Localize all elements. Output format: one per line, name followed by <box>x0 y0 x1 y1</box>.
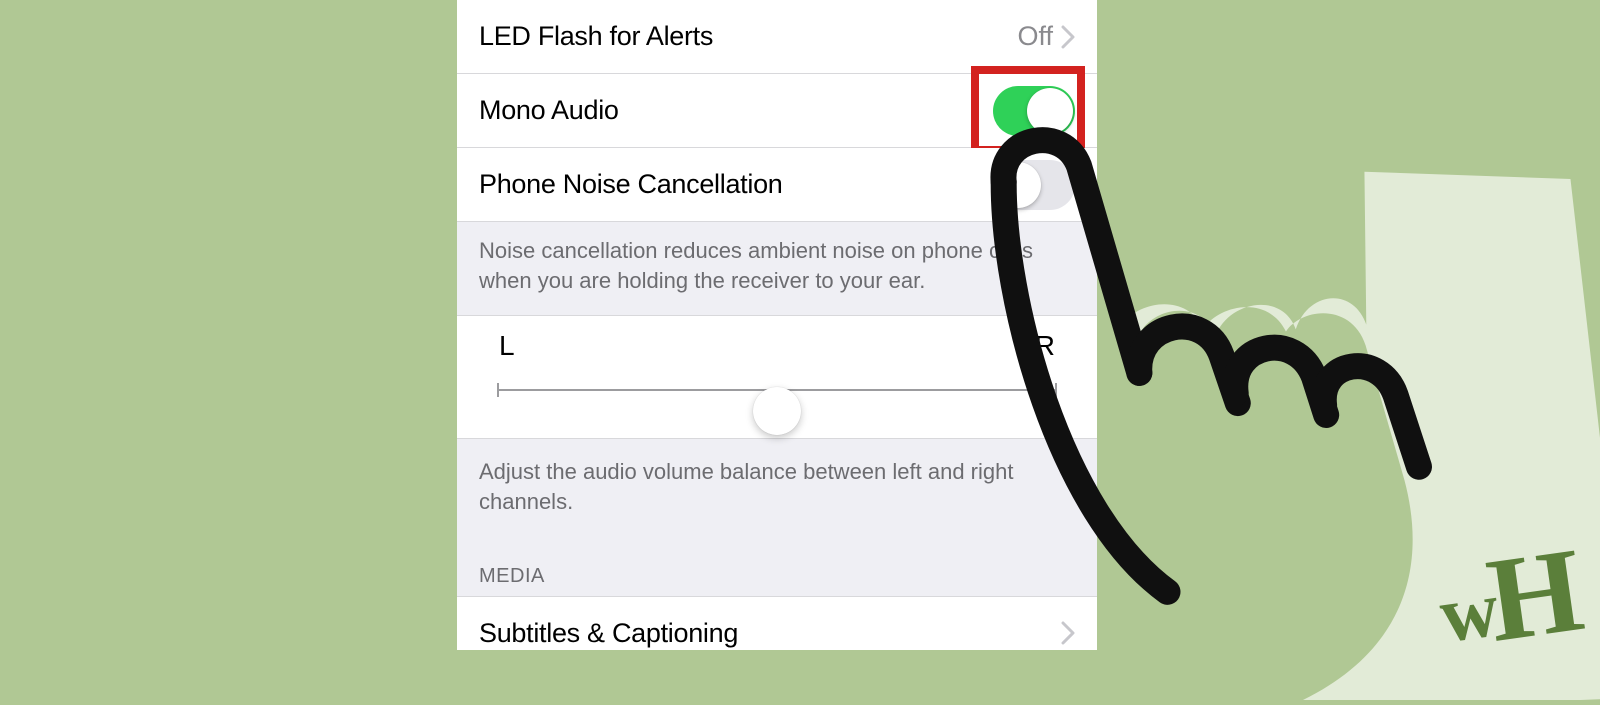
chevron-right-icon <box>1061 621 1075 645</box>
balance-slider-row: L R <box>457 315 1097 439</box>
row-mono-audio: Mono Audio <box>457 74 1097 148</box>
noise-cancel-footer: Noise cancellation reduces ambient noise… <box>457 222 1097 315</box>
section-header-media: MEDIA <box>457 537 1097 596</box>
led-flash-label: LED Flash for Alerts <box>479 21 1017 52</box>
subtitles-label: Subtitles & Captioning <box>479 618 1061 649</box>
row-led-flash[interactable]: LED Flash for Alerts Off <box>457 0 1097 74</box>
led-flash-value: Off <box>1017 21 1053 52</box>
row-subtitles[interactable]: Subtitles & Captioning <box>457 596 1097 650</box>
toggle-knob <box>1027 88 1073 134</box>
mono-audio-toggle[interactable] <box>993 86 1075 136</box>
noise-cancel-label: Phone Noise Cancellation <box>479 169 993 200</box>
balance-left-label: L <box>499 330 515 362</box>
row-noise-cancellation: Phone Noise Cancellation <box>457 148 1097 222</box>
toggle-knob <box>995 162 1041 208</box>
balance-footer: Adjust the audio volume balance between … <box>457 439 1097 536</box>
wikihow-logo: wH <box>1430 521 1583 676</box>
noise-cancel-toggle[interactable] <box>993 160 1075 210</box>
mono-audio-label: Mono Audio <box>479 95 993 126</box>
slider-thumb[interactable] <box>753 387 801 435</box>
balance-slider[interactable] <box>497 368 1057 412</box>
balance-right-label: R <box>1035 330 1055 362</box>
chevron-right-icon <box>1061 25 1075 49</box>
settings-panel: LED Flash for Alerts Off Mono Audio Phon… <box>457 0 1097 650</box>
